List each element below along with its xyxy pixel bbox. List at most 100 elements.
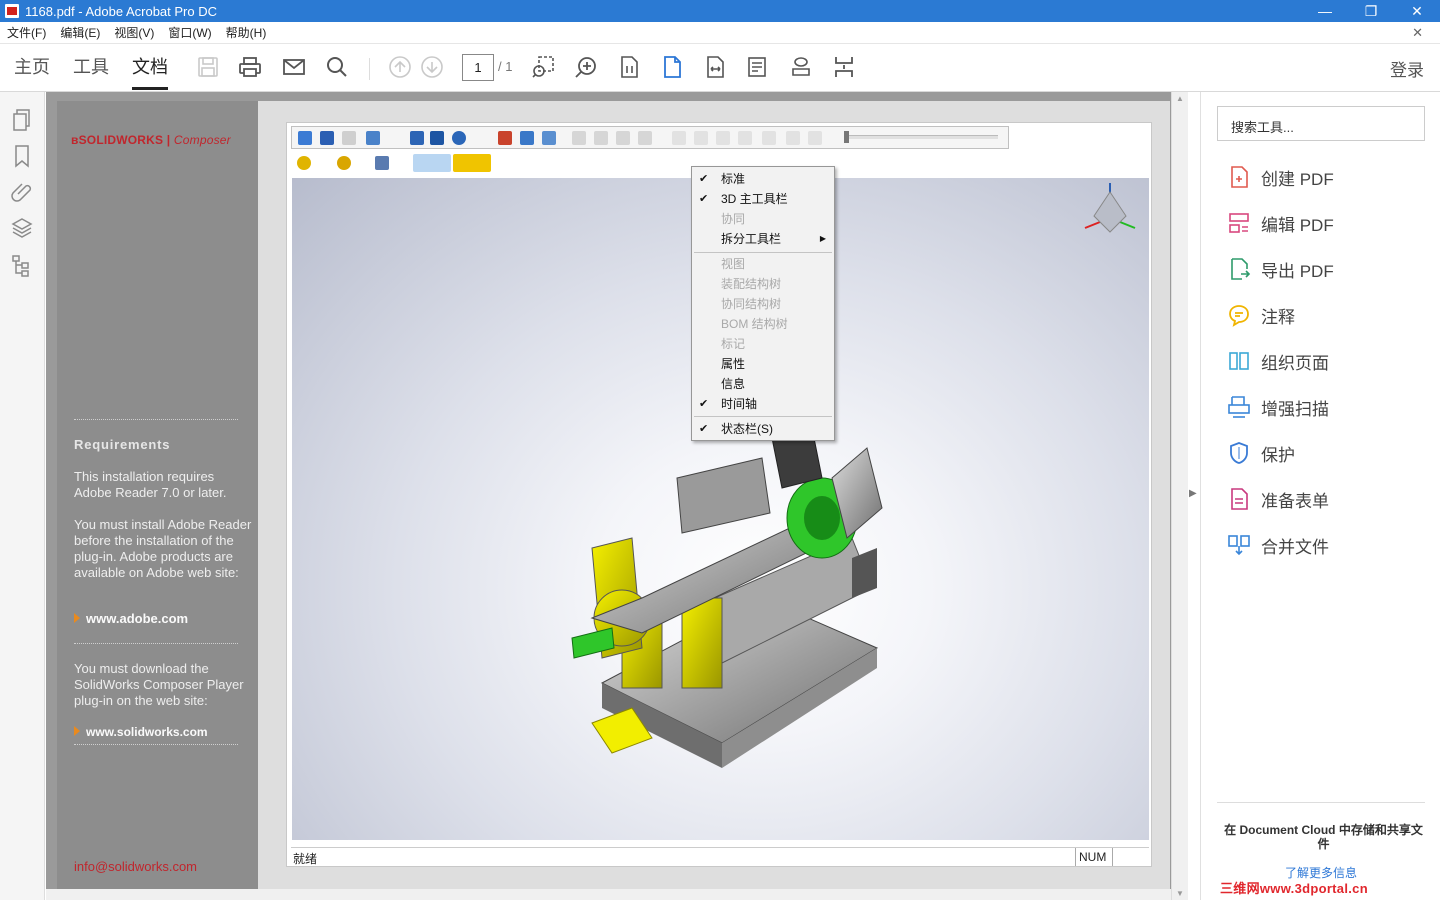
- tab-tools[interactable]: 工具: [73, 54, 109, 90]
- layers-icon[interactable]: [10, 216, 34, 240]
- minimize-button[interactable]: —: [1302, 0, 1348, 22]
- render-mode-icon[interactable]: [337, 156, 351, 170]
- menu-separator: [694, 252, 832, 253]
- page-number-input[interactable]: 1: [462, 54, 494, 81]
- background-icon[interactable]: [375, 156, 389, 170]
- menu-file[interactable]: 文件(F): [0, 24, 53, 41]
- tool-comment[interactable]: 注释: [1227, 301, 1295, 329]
- anim-step-icon[interactable]: [594, 131, 608, 145]
- page-thumbnails-icon[interactable]: [10, 108, 34, 132]
- tab-home[interactable]: 主页: [14, 54, 50, 90]
- read-mode-icon[interactable]: [788, 54, 814, 80]
- tab-document[interactable]: 文档: [132, 54, 168, 90]
- highlight-mode-icon[interactable]: [453, 154, 491, 172]
- tool-prepare-form[interactable]: 准备表单: [1227, 485, 1329, 513]
- zoom-fit-icon[interactable]: [366, 131, 380, 145]
- model-tree-icon[interactable]: [10, 254, 34, 278]
- requirements-text: This installation requires Adobe Reader …: [74, 469, 227, 500]
- timeline-slider[interactable]: [844, 131, 998, 143]
- print-icon[interactable]: [237, 54, 263, 80]
- email-icon[interactable]: [281, 54, 307, 80]
- menu-item-timeline[interactable]: ✔ 时间轴: [692, 394, 834, 414]
- menu-item-info[interactable]: 信息: [692, 374, 834, 394]
- export-pdf-icon: [1231, 258, 1251, 280]
- redo-icon[interactable]: [342, 131, 356, 145]
- fit-page-icon[interactable]: [659, 54, 685, 80]
- combine-files-icon: [1228, 535, 1250, 556]
- menu-item-collaboration: 协同: [721, 212, 746, 226]
- actual-size-icon[interactable]: [616, 54, 642, 80]
- search-tools-input[interactable]: 搜索工具...: [1217, 106, 1425, 141]
- bookmarks-icon[interactable]: [10, 144, 34, 168]
- restore-button[interactable]: ❐: [1348, 0, 1394, 22]
- play-icon[interactable]: [716, 131, 730, 145]
- solidworks-link[interactable]: www.solidworks.com: [74, 725, 208, 739]
- pause-icon[interactable]: [738, 131, 752, 145]
- full-screen-icon[interactable]: [831, 54, 857, 80]
- menu-item-markup: 标记: [721, 337, 746, 351]
- anim-stop-icon[interactable]: [638, 131, 652, 145]
- select-icon[interactable]: [410, 131, 424, 145]
- close-document-icon[interactable]: ✕: [1405, 25, 1430, 41]
- vertical-scrollbar[interactable]: ▲ ▼: [1171, 92, 1188, 900]
- home-view-icon[interactable]: [520, 131, 534, 145]
- perspective-icon[interactable]: [542, 131, 556, 145]
- scroll-mode-icon[interactable]: [745, 54, 771, 80]
- menu-item-properties[interactable]: 属性: [692, 354, 834, 374]
- undo-icon[interactable]: [320, 131, 334, 145]
- login-button[interactable]: 登录: [1390, 56, 1424, 81]
- email-link[interactable]: info@solidworks.com: [74, 859, 197, 874]
- close-button[interactable]: ✕: [1394, 0, 1440, 22]
- last-frame-icon[interactable]: [786, 131, 800, 145]
- tool-enhance-scan[interactable]: 增强扫描: [1227, 393, 1329, 421]
- timeline-knob[interactable]: [844, 131, 849, 143]
- anim-play-icon[interactable]: [572, 131, 586, 145]
- loop-icon[interactable]: [808, 131, 822, 145]
- menu-help[interactable]: 帮助(H): [219, 24, 274, 41]
- zoom-icon[interactable]: [573, 54, 599, 80]
- tool-create-pdf[interactable]: 创建 PDF: [1227, 163, 1334, 191]
- menu-item-bom-tree: BOM 结构树: [721, 317, 788, 331]
- enhance-scan-icon: [1228, 396, 1250, 418]
- scroll-up-icon[interactable]: ▲: [1176, 94, 1184, 103]
- submenu-arrow-icon: ▶: [819, 234, 826, 243]
- marquee-zoom-icon[interactable]: [530, 54, 556, 80]
- open-icon[interactable]: [298, 131, 312, 145]
- menu-item-split-toolbar[interactable]: 拆分工具栏 ▶: [692, 229, 834, 249]
- first-frame-icon[interactable]: [672, 131, 686, 145]
- tool-export-pdf[interactable]: 导出 PDF: [1227, 255, 1334, 283]
- adobe-link[interactable]: www.adobe.com: [74, 611, 188, 626]
- menu-window[interactable]: 窗口(W): [161, 24, 218, 41]
- save-icon[interactable]: [195, 54, 221, 80]
- edit-pdf-icon: [1229, 213, 1249, 233]
- settings-icon[interactable]: [430, 131, 444, 145]
- print-3d-icon[interactable]: [498, 131, 512, 145]
- menu-item-3d-main-toolbar[interactable]: ✔ 3D 主工具栏: [692, 189, 834, 209]
- protect-icon: [1230, 442, 1248, 464]
- collapse-right-pane-icon[interactable]: ▶: [1189, 488, 1197, 499]
- scroll-down-icon[interactable]: ▼: [1176, 889, 1184, 898]
- tool-edit-pdf[interactable]: 编辑 PDF: [1227, 209, 1334, 237]
- anim-loop-icon[interactable]: [616, 131, 630, 145]
- menu-edit[interactable]: 编辑(E): [53, 24, 107, 41]
- fit-width-icon[interactable]: [702, 54, 728, 80]
- stop-icon[interactable]: [762, 131, 776, 145]
- previous-page-icon[interactable]: [387, 54, 413, 80]
- tool-protect[interactable]: 保护: [1227, 439, 1295, 467]
- horizontal-scrollbar[interactable]: [46, 889, 1171, 900]
- prev-frame-icon[interactable]: [694, 131, 708, 145]
- dotted-divider: [74, 643, 238, 644]
- tool-combine-files[interactable]: 合并文件: [1227, 531, 1329, 559]
- info-icon[interactable]: [452, 131, 466, 145]
- check-icon: ✔: [699, 193, 709, 205]
- menu-view[interactable]: 视图(V): [107, 24, 161, 41]
- attachments-icon[interactable]: [10, 180, 34, 204]
- navigation-mode-icon[interactable]: [413, 154, 451, 172]
- menu-item-standard[interactable]: ✔ 标准: [692, 169, 834, 189]
- requirements-heading: Requirements: [74, 437, 171, 452]
- tool-organize-pages[interactable]: 组织页面: [1227, 347, 1329, 375]
- next-page-icon[interactable]: [419, 54, 445, 80]
- search-icon[interactable]: [324, 54, 350, 80]
- lighting-icon[interactable]: [297, 156, 311, 170]
- menu-item-status-bar[interactable]: ✔ 状态栏(S): [692, 419, 834, 439]
